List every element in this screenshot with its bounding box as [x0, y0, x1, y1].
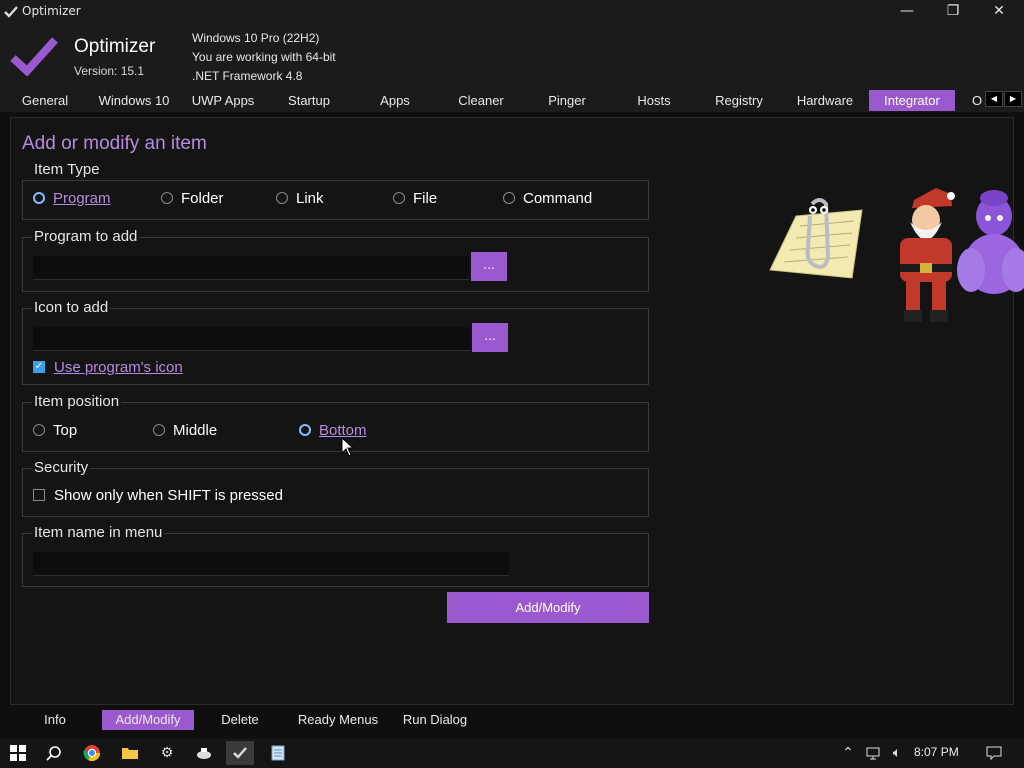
optimizer-window: Optimizer — ❐ ✕ Optimizer Version: 15.1 …: [0, 0, 1024, 738]
notification-icon[interactable]: [980, 741, 1008, 765]
framework-info: .NET Framework 4.8: [192, 69, 303, 83]
minimize-button[interactable]: —: [884, 0, 930, 24]
radio-dot: [153, 424, 165, 436]
radio-bottom[interactable]: Bottom: [299, 420, 367, 440]
checkbox-box: [33, 489, 45, 501]
radio-folder-label: Folder: [181, 189, 224, 207]
bottom-tab-strip: Info Add/Modify Delete Ready Menus Run D…: [0, 706, 1024, 732]
tab-integrator[interactable]: Integrator: [869, 90, 955, 111]
use-program-icon-checkbox[interactable]: ✓ Use program's icon: [33, 357, 183, 377]
taskbar-clock[interactable]: 8:07 PM: [914, 745, 959, 759]
volume-icon[interactable]: 🔈︎: [886, 741, 908, 765]
tab-registry[interactable]: Registry: [704, 90, 774, 111]
start-button[interactable]: [4, 741, 32, 765]
tab-scroll-left-icon[interactable]: ◀: [985, 91, 1003, 107]
tab-general[interactable]: General: [10, 90, 80, 111]
tab-hardware[interactable]: Hardware: [790, 90, 860, 111]
radio-file-label: File: [413, 189, 438, 207]
icon-path-input[interactable]: [33, 327, 470, 351]
assistant-characters-image: [769, 188, 1024, 322]
item-type-label: Item Type: [32, 161, 102, 178]
bottom-tab-ready-menus[interactable]: Ready Menus: [290, 710, 386, 730]
tab-windows10[interactable]: Windows 10: [92, 90, 176, 111]
radio-dot: [33, 192, 45, 204]
tab-startup[interactable]: Startup: [274, 90, 344, 111]
checkmark-app-icon: [4, 6, 18, 18]
chevron-up-icon[interactable]: ⌃: [836, 741, 860, 765]
os-info: Windows 10 Pro (22H2): [192, 31, 320, 45]
radio-top[interactable]: Top: [33, 420, 77, 440]
tab-apps[interactable]: Apps: [360, 90, 430, 111]
checkmark-logo-icon: [10, 37, 58, 76]
check-icon: ✓: [33, 361, 45, 373]
file-explorer-icon[interactable]: [116, 741, 144, 765]
notepad-icon[interactable]: [264, 741, 292, 765]
use-program-icon-label: Use program's icon: [54, 358, 183, 376]
radio-dot: [393, 192, 405, 204]
radio-middle[interactable]: Middle: [153, 420, 217, 440]
radio-program-label: Program: [53, 189, 111, 207]
radio-program[interactable]: Program: [33, 188, 111, 208]
network-icon[interactable]: [862, 741, 886, 765]
shift-only-checkbox[interactable]: Show only when SHIFT is pressed: [33, 485, 283, 505]
radio-folder[interactable]: Folder: [161, 188, 224, 208]
radio-command-label: Command: [523, 189, 593, 207]
tab-uwp-apps[interactable]: UWP Apps: [184, 90, 262, 111]
system-info: Windows 10 Pro (22H2) You are working wi…: [192, 29, 336, 86]
radio-dot: [299, 424, 311, 436]
radio-dot: [503, 192, 515, 204]
security-label: Security: [32, 459, 91, 476]
program-browse-button[interactable]: ...: [471, 252, 507, 281]
program-label: Program to add: [32, 228, 140, 245]
maximize-button[interactable]: ❐: [930, 0, 976, 24]
radio-bottom-label: Bottom: [319, 421, 367, 439]
item-name-label: Item name in menu: [32, 524, 165, 541]
search-icon[interactable]: [40, 741, 68, 765]
app-pinned-icon[interactable]: [190, 741, 218, 765]
optimizer-taskbar-icon[interactable]: [226, 741, 254, 765]
tab-scroll-right-icon[interactable]: ▶: [1004, 91, 1022, 107]
shift-only-label: Show only when SHIFT is pressed: [54, 486, 283, 504]
radio-file[interactable]: File: [393, 188, 437, 208]
bottom-tab-delete[interactable]: Delete: [212, 710, 268, 730]
title-bar: Optimizer — ❐ ✕: [0, 0, 1024, 24]
chrome-icon[interactable]: [78, 741, 106, 765]
app-name: Optimizer: [74, 36, 156, 57]
radio-command[interactable]: Command: [503, 188, 592, 208]
bottom-tab-info[interactable]: Info: [28, 710, 82, 730]
tab-hosts[interactable]: Hosts: [619, 90, 689, 111]
tab-pinger[interactable]: Pinger: [532, 90, 602, 111]
program-path-input[interactable]: [33, 256, 469, 280]
page-title: Add or modify an item: [22, 133, 207, 154]
settings-gear-icon[interactable]: ⚙: [153, 741, 181, 765]
app-version: Version: 15.1: [74, 64, 145, 78]
windows-logo-icon: [10, 745, 26, 761]
radio-link-label: Link: [296, 189, 324, 207]
item-name-input[interactable]: [33, 552, 509, 576]
taskbar: ⚙ ⌃ 🔈︎ 8:07 PM: [0, 738, 1024, 768]
radio-link[interactable]: Link: [276, 188, 324, 208]
radio-dot: [276, 192, 288, 204]
radio-middle-label: Middle: [173, 421, 218, 439]
close-button[interactable]: ✕: [976, 0, 1022, 24]
icon-label: Icon to add: [32, 299, 111, 316]
radio-dot: [161, 192, 173, 204]
icon-browse-button[interactable]: ...: [472, 323, 508, 352]
mouse-cursor-icon: [341, 437, 355, 457]
app-header: Optimizer Version: 15.1 Windows 10 Pro (…: [0, 24, 1024, 88]
position-label: Item position: [32, 393, 122, 410]
arch-info: You are working with 64-bit: [192, 50, 336, 64]
main-tab-strip: General Windows 10 UWP Apps Startup Apps…: [0, 88, 1024, 112]
add-modify-button[interactable]: Add/Modify: [447, 592, 649, 623]
radio-dot: [33, 424, 45, 436]
bottom-tab-add-modify[interactable]: Add/Modify: [102, 710, 194, 730]
bottom-tab-run-dialog[interactable]: Run Dialog: [396, 710, 474, 730]
radio-top-label: Top: [53, 421, 78, 439]
tab-cleaner[interactable]: Cleaner: [446, 90, 516, 111]
window-title: Optimizer: [22, 4, 81, 18]
tab-overflow[interactable]: O: [970, 90, 984, 111]
